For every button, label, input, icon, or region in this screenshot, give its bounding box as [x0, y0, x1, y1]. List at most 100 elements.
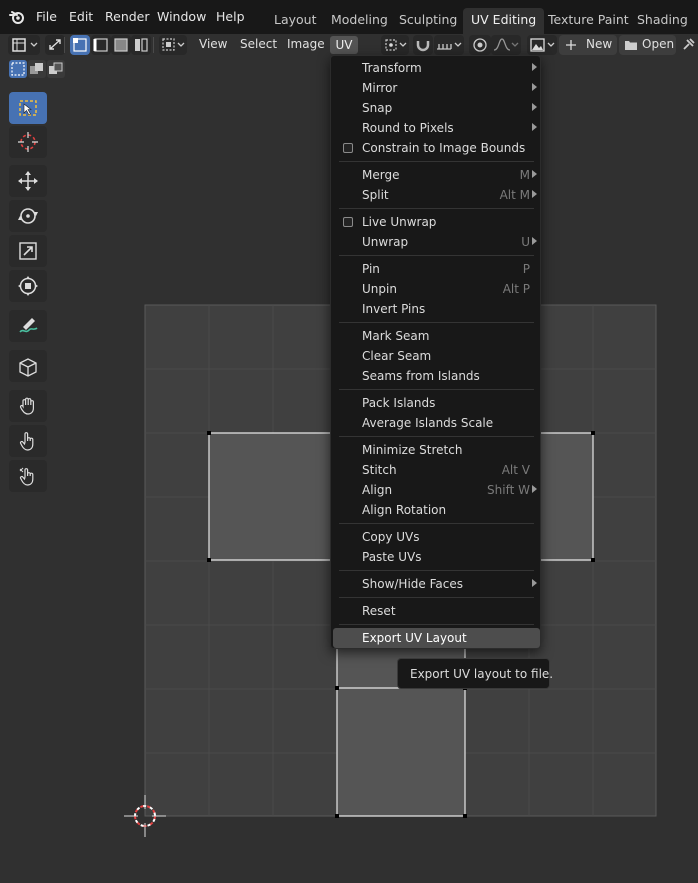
menu-item-mark-seam[interactable]: Mark Seam [331, 326, 542, 346]
menu-item-show-hide-faces[interactable]: Show/Hide Faces [331, 574, 542, 594]
menu-item-label: Mark Seam [362, 329, 430, 343]
checkbox[interactable] [343, 217, 353, 227]
menu-item-unpin[interactable]: Unpin Alt P [331, 279, 542, 299]
menu-item-label: Live Unwrap [362, 215, 437, 229]
menu-render[interactable]: Render [105, 9, 150, 24]
scale-tool[interactable] [9, 235, 47, 267]
menu-item-pack-islands[interactable]: Pack Islands [331, 393, 542, 413]
menu-item-clear-seam[interactable]: Clear Seam [331, 346, 542, 366]
shortcut-label: Alt M [499, 188, 530, 202]
tab-shading[interactable]: Shading [629, 9, 696, 31]
rotate-tool[interactable] [9, 200, 47, 232]
menu-item-label: Align [362, 483, 393, 497]
falloff-button[interactable] [491, 35, 521, 55]
island-mode-icon [135, 38, 148, 52]
tab-layout[interactable]: Layout [266, 9, 325, 31]
proportional-editing-button[interactable] [469, 35, 491, 55]
snap-toggle-button[interactable] [413, 35, 433, 55]
menu-separator [339, 597, 534, 598]
menu-help[interactable]: Help [216, 9, 245, 24]
menu-item-mirror[interactable]: Mirror [331, 78, 542, 98]
menu-item-invert-pins[interactable]: Invert Pins [331, 299, 542, 319]
relax-tool[interactable] [9, 425, 47, 457]
select-subtract-mode-button[interactable] [47, 60, 65, 78]
menu-separator [339, 322, 534, 323]
menu-item-copy-uvs[interactable]: Copy UVs [331, 527, 542, 547]
menu-item-split[interactable]: Split Alt M [331, 185, 542, 205]
submenu-arrow-icon [532, 190, 537, 198]
move-tool[interactable] [9, 165, 47, 197]
tab-texture-paint[interactable]: Texture Paint [540, 9, 637, 31]
menu-item-align-rotation[interactable]: Align Rotation [331, 500, 542, 520]
open-image-button[interactable]: Open [619, 35, 676, 55]
select-extend-mode-button[interactable] [28, 60, 46, 78]
cursor-tool[interactable] [9, 126, 47, 158]
menu-item-snap[interactable]: Snap [331, 98, 542, 118]
menu-item-constrain-to-image-bounds[interactable]: Constrain to Image Bounds [331, 138, 542, 158]
menu-item-align[interactable]: Align Shift W [331, 480, 542, 500]
move-icon [18, 171, 38, 191]
snap-increment-icon [437, 42, 462, 50]
menu-separator [339, 436, 534, 437]
menu-item-live-unwrap[interactable]: Live Unwrap [331, 212, 542, 232]
menu-item-label: Clear Seam [362, 349, 432, 363]
editor-type-button[interactable] [8, 35, 40, 55]
menu-item-label: Mirror [362, 81, 398, 95]
blender-logo-icon[interactable] [9, 9, 25, 25]
sticky-selection-button[interactable] [159, 35, 187, 55]
menu-item-label: Export UV Layout [362, 631, 467, 645]
menu-item-pin[interactable]: Pin P [331, 259, 542, 279]
menu-item-minimize-stretch[interactable]: Minimize Stretch [331, 440, 542, 460]
menu-item-average-islands-scale[interactable]: Average Islands Scale [331, 413, 542, 433]
browse-image-button[interactable] [527, 35, 557, 55]
select-subtract-icon [49, 62, 63, 74]
tab-uv-editing[interactable]: UV Editing [463, 8, 545, 34]
snap-target-button[interactable] [434, 35, 464, 55]
menu-item-label: Round to Pixels [362, 121, 454, 135]
menu-item-transform[interactable]: Transform [331, 58, 542, 78]
select-box-tool[interactable] [9, 92, 47, 124]
menu-item-paste-uvs[interactable]: Paste UVs [331, 547, 542, 567]
rotate-icon [18, 208, 38, 224]
pinch-tool[interactable] [9, 460, 47, 492]
menu-item-label: Seams from Islands [362, 369, 480, 383]
menu-image[interactable]: Image [287, 37, 325, 51]
grab-brush-tool[interactable] [9, 390, 47, 422]
menu-item-unwrap[interactable]: Unwrap U [331, 232, 542, 252]
face-mode-icon [114, 38, 128, 52]
sync-selection-button[interactable] [45, 35, 65, 55]
menu-item-merge[interactable]: Merge M [331, 165, 542, 185]
pin-button[interactable] [680, 35, 698, 55]
menu-file[interactable]: File [36, 9, 57, 24]
checkbox[interactable] [343, 143, 353, 153]
transform-tool[interactable] [9, 270, 47, 302]
island-select-mode-button[interactable] [131, 35, 151, 55]
menu-item-round-to-pixels[interactable]: Round to Pixels [331, 118, 542, 138]
pinch-hand-icon [19, 467, 34, 486]
vertex-select-mode-button[interactable] [70, 35, 90, 55]
menu-edit[interactable]: Edit [69, 9, 93, 24]
face-select-mode-button[interactable] [111, 35, 131, 55]
new-image-button[interactable]: New [559, 35, 617, 55]
menu-item-export-uv-layout[interactable]: Export UV Layout [333, 628, 540, 648]
menu-item-seams-from-islands[interactable]: Seams from Islands [331, 366, 542, 386]
tab-sculpting[interactable]: Sculpting [391, 9, 465, 31]
pin-icon [683, 38, 695, 50]
menu-select[interactable]: Select [240, 37, 277, 51]
menu-item-label: Unwrap [362, 235, 409, 249]
menu-item-stitch[interactable]: Stitch Alt V [331, 460, 542, 480]
grab-tool[interactable] [9, 350, 47, 382]
select-new-mode-button[interactable] [9, 60, 27, 78]
tab-modeling[interactable]: Modeling [323, 9, 396, 31]
pivot-point-button[interactable] [381, 35, 409, 55]
submenu-arrow-icon [532, 579, 537, 587]
menu-window[interactable]: Window [157, 9, 206, 24]
menu-separator [339, 208, 534, 209]
annotate-tool[interactable] [9, 310, 47, 342]
menu-uv[interactable]: UV [330, 36, 358, 54]
edge-select-mode-button[interactable] [91, 35, 111, 55]
select-extend-icon [30, 63, 43, 74]
menu-view[interactable]: View [199, 37, 227, 51]
menu-item-label: Split [362, 188, 389, 202]
menu-item-reset[interactable]: Reset [331, 601, 542, 621]
